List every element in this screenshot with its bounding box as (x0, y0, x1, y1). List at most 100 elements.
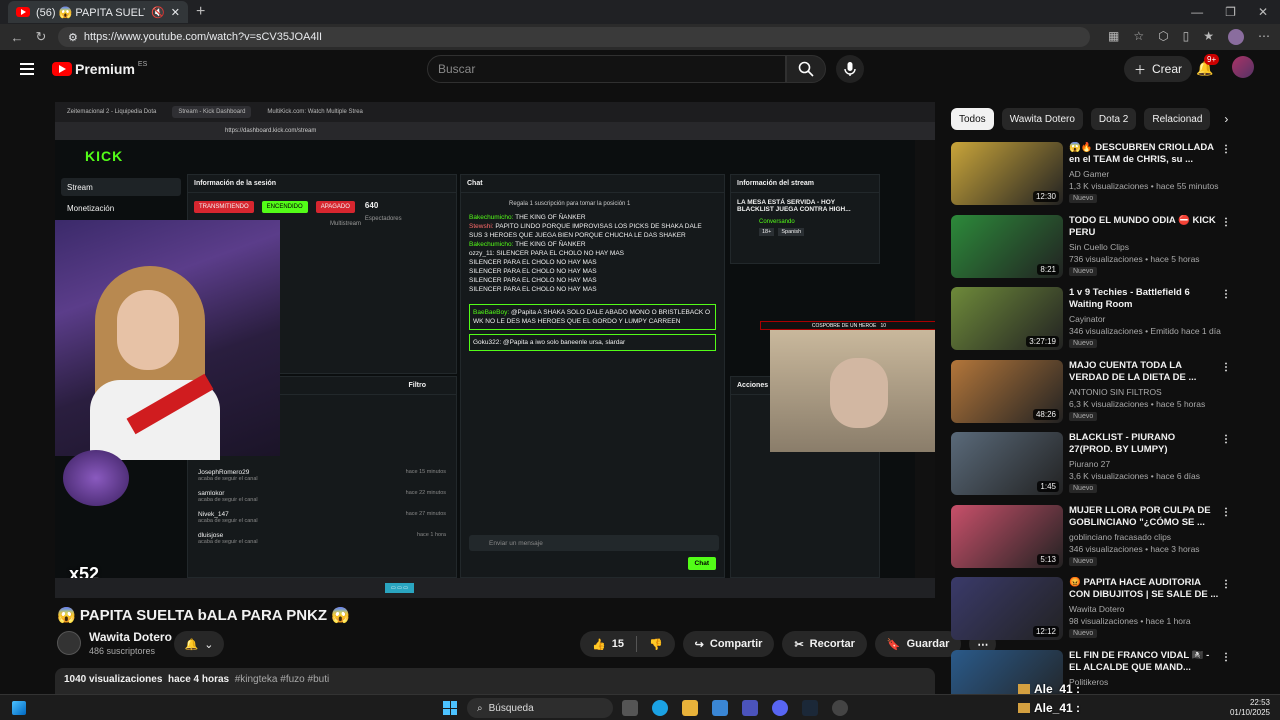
back-icon[interactable]: ← (10, 30, 24, 45)
windows-start-icon[interactable] (443, 701, 457, 715)
more-vert-icon[interactable]: ⋮ (1221, 362, 1231, 373)
video-thumbnail[interactable]: 12:30 (951, 142, 1063, 205)
recommended-channel[interactable]: goblinciano fracasado clips (1069, 532, 1231, 542)
recommended-video[interactable]: 3:27:19 1 v 9 Techies - Battlefield 6 Wai… (951, 287, 1231, 353)
channel-name[interactable]: Wawita Dotero (89, 630, 172, 644)
recommended-channel[interactable]: Politikeros (1069, 677, 1231, 687)
clip-button[interactable]: ✂ Recortar (782, 631, 867, 657)
reload-icon[interactable]: ↻ (34, 29, 48, 45)
recommended-video[interactable]: 12:30 😱🔥 DESCUBREN CRIOLLADA en el TEAM d… (951, 142, 1231, 208)
recommended-channel[interactable]: Wawita Dotero (1069, 604, 1231, 614)
video-thumbnail[interactable]: 3:27:19 (951, 287, 1063, 350)
subscription-bell-button[interactable]: 🔔 ⌄ (174, 631, 224, 657)
hashtags[interactable]: #kingteka #fuzo #buti (235, 674, 330, 685)
chevron-right-icon[interactable]: › (1224, 112, 1228, 126)
thumbs-down-icon[interactable]: 👎 (649, 638, 663, 651)
favorites-icon[interactable]: ★ (1203, 29, 1214, 45)
chip-related[interactable]: Relacionad (1144, 108, 1211, 130)
recommended-title[interactable]: MUJER LLORA POR CULPA DE GOBLINCIANO "¿C… (1069, 505, 1231, 529)
more-vert-icon[interactable]: ⋮ (1221, 579, 1231, 590)
share-button[interactable]: ↪ Compartir (682, 631, 775, 657)
youtube-logo[interactable]: Premium ES (52, 61, 147, 77)
recommended-title[interactable]: MAJO CUENTA TODA LA VERDAD DE LA DIETA D… (1069, 360, 1231, 384)
save-button[interactable]: 🔖 Guardar (874, 631, 962, 657)
system-clock[interactable]: 22:53 01/10/2025 (1230, 698, 1270, 718)
browser-tab[interactable]: (56) 😱 PAPITA SUELTA bALA 🔇 ✕ (8, 1, 188, 23)
chip-dota[interactable]: Dota 2 (1090, 108, 1137, 130)
video-thumbnail[interactable]: 48:26 (951, 359, 1063, 423)
split-icon[interactable]: ▯ (1183, 29, 1190, 45)
mute-icon[interactable]: 🔇 (151, 6, 165, 19)
apps-icon[interactable]: ▦ (1108, 29, 1119, 45)
video-duration: 12:30 (1032, 191, 1059, 202)
recommended-channel[interactable]: Sin Cuello Clips (1069, 242, 1231, 252)
user-avatar[interactable] (1232, 56, 1254, 78)
star-icon[interactable]: ☆ (1133, 29, 1144, 45)
chip-all[interactable]: Todos (951, 108, 994, 130)
recommended-video[interactable]: 8:21 TODO EL MUNDO ODIA ⛔ KICK PERU Sin Cu… (951, 214, 1231, 281)
steam-icon[interactable] (802, 700, 818, 716)
recommended-channel[interactable]: Piurano 27 (1069, 459, 1231, 469)
chat-input[interactable]: Enviar un mensaje (469, 535, 719, 551)
recommended-title[interactable]: EL FIN DE FRANCO VIDAL 🏴‍☠️ - EL ALCALDE… (1069, 650, 1231, 674)
new-tab-button[interactable]: + (196, 3, 205, 21)
task-view-icon[interactable] (622, 700, 638, 716)
url-field[interactable]: ⚙ https://www.youtube.com/watch?v=sCV35J… (58, 27, 1091, 47)
recommended-channel[interactable]: ANTONIO SIN FILTROS (1069, 387, 1231, 397)
site-info-icon[interactable]: ⚙ (68, 31, 78, 44)
window-close-icon[interactable]: ✕ (1258, 5, 1268, 19)
store-icon[interactable] (712, 700, 728, 716)
more-vert-icon[interactable]: ⋮ (1221, 434, 1231, 445)
file-explorer-icon[interactable] (682, 700, 698, 716)
recommended-channel[interactable]: AD Gamer (1069, 169, 1231, 179)
recommended-stats: 1,3 K visualizaciones • hace 55 minutos (1069, 181, 1219, 191)
widgets-icon[interactable] (12, 700, 26, 715)
discord-icon[interactable] (772, 700, 788, 716)
recommended-video[interactable]: 5:13 MUJER LLORA POR CULPA DE GOBLINCIANO… (951, 504, 1231, 571)
minimize-icon[interactable]: — (1191, 5, 1203, 19)
teams-icon[interactable] (742, 700, 758, 716)
more-vert-icon[interactable]: ⋮ (1221, 144, 1231, 155)
edge-icon[interactable] (652, 700, 668, 716)
recommended-video[interactable]: 1:45 BLACKLIST - PIURANO 27(PROD. BY LUMP… (951, 432, 1231, 498)
search-button[interactable] (786, 55, 826, 83)
recommended-stats: 346 visualizaciones • hace 3 horas (1069, 543, 1200, 554)
share-label: Compartir (709, 638, 763, 650)
address-bar: ← ↻ ⚙ https://www.youtube.com/watch?v=sC… (0, 24, 1280, 50)
recommended-title[interactable]: 😱🔥 DESCUBREN CRIOLLADA en el TEAM de CHR… (1069, 142, 1231, 166)
maximize-icon[interactable]: ❐ (1225, 5, 1236, 19)
menu-icon[interactable] (20, 63, 34, 75)
recommended-title[interactable]: BLACKLIST - PIURANO 27(PROD. BY LUMPY) (1069, 432, 1231, 456)
extensions-icon[interactable]: ⬡ (1158, 29, 1168, 45)
recommended-channel[interactable]: Cayinator (1069, 314, 1231, 324)
follower-row: samlokor acaba de seguir el canal hace 22 … (188, 486, 456, 507)
follower-action: acaba de seguir el canal (198, 518, 258, 524)
more-vert-icon[interactable]: ⋮ (1221, 289, 1231, 300)
recommended-title[interactable]: 1 v 9 Techies - Battlefield 6 Waiting Ro… (1069, 287, 1231, 311)
search-input[interactable]: Buscar (427, 55, 786, 83)
obs-icon[interactable] (832, 700, 848, 716)
create-button[interactable]: ＋ Crear (1124, 56, 1193, 82)
profile-avatar[interactable] (1228, 29, 1244, 45)
chat-message: Bakechumicho: THE KING OF ÑANKER (469, 213, 716, 222)
recommended-title[interactable]: TODO EL MUNDO ODIA ⛔ KICK PERU (1069, 215, 1231, 239)
chat-send-button[interactable]: Chat (687, 557, 716, 570)
menu-icon[interactable]: ⋯ (1258, 29, 1270, 45)
like-button[interactable]: 👍 15 👎 (580, 631, 675, 657)
recommended-video[interactable]: 48:26 MAJO CUENTA TODA LA VERDAD DE LA DI… (951, 359, 1231, 426)
more-vert-icon[interactable]: ⋮ (1221, 652, 1231, 663)
recommended-video[interactable]: 12:12 😡 PAPITA HACE AUDITORIA CON DIBUJIT… (951, 577, 1231, 643)
channel-avatar[interactable] (57, 631, 81, 655)
taskbar-search[interactable]: ⌕ Búsqueda (467, 698, 613, 718)
recommended-title[interactable]: 😡 PAPITA HACE AUDITORIA CON DIBUJITOS | … (1069, 577, 1231, 601)
chip-channel[interactable]: Wawita Dotero (1001, 108, 1083, 130)
video-player[interactable]: Zeitemacional 2 - Liquipedia Dota Stream… (55, 102, 935, 598)
more-vert-icon[interactable]: ⋮ (1221, 217, 1231, 228)
video-thumbnail[interactable]: 12:12 (951, 577, 1063, 640)
video-thumbnail[interactable]: 5:13 (951, 504, 1063, 568)
more-vert-icon[interactable]: ⋮ (1221, 507, 1231, 518)
video-thumbnail[interactable]: 1:45 (951, 432, 1063, 495)
video-thumbnail[interactable]: 8:21 (951, 214, 1063, 278)
close-icon[interactable]: ✕ (171, 6, 180, 19)
voice-search-button[interactable] (836, 55, 864, 83)
